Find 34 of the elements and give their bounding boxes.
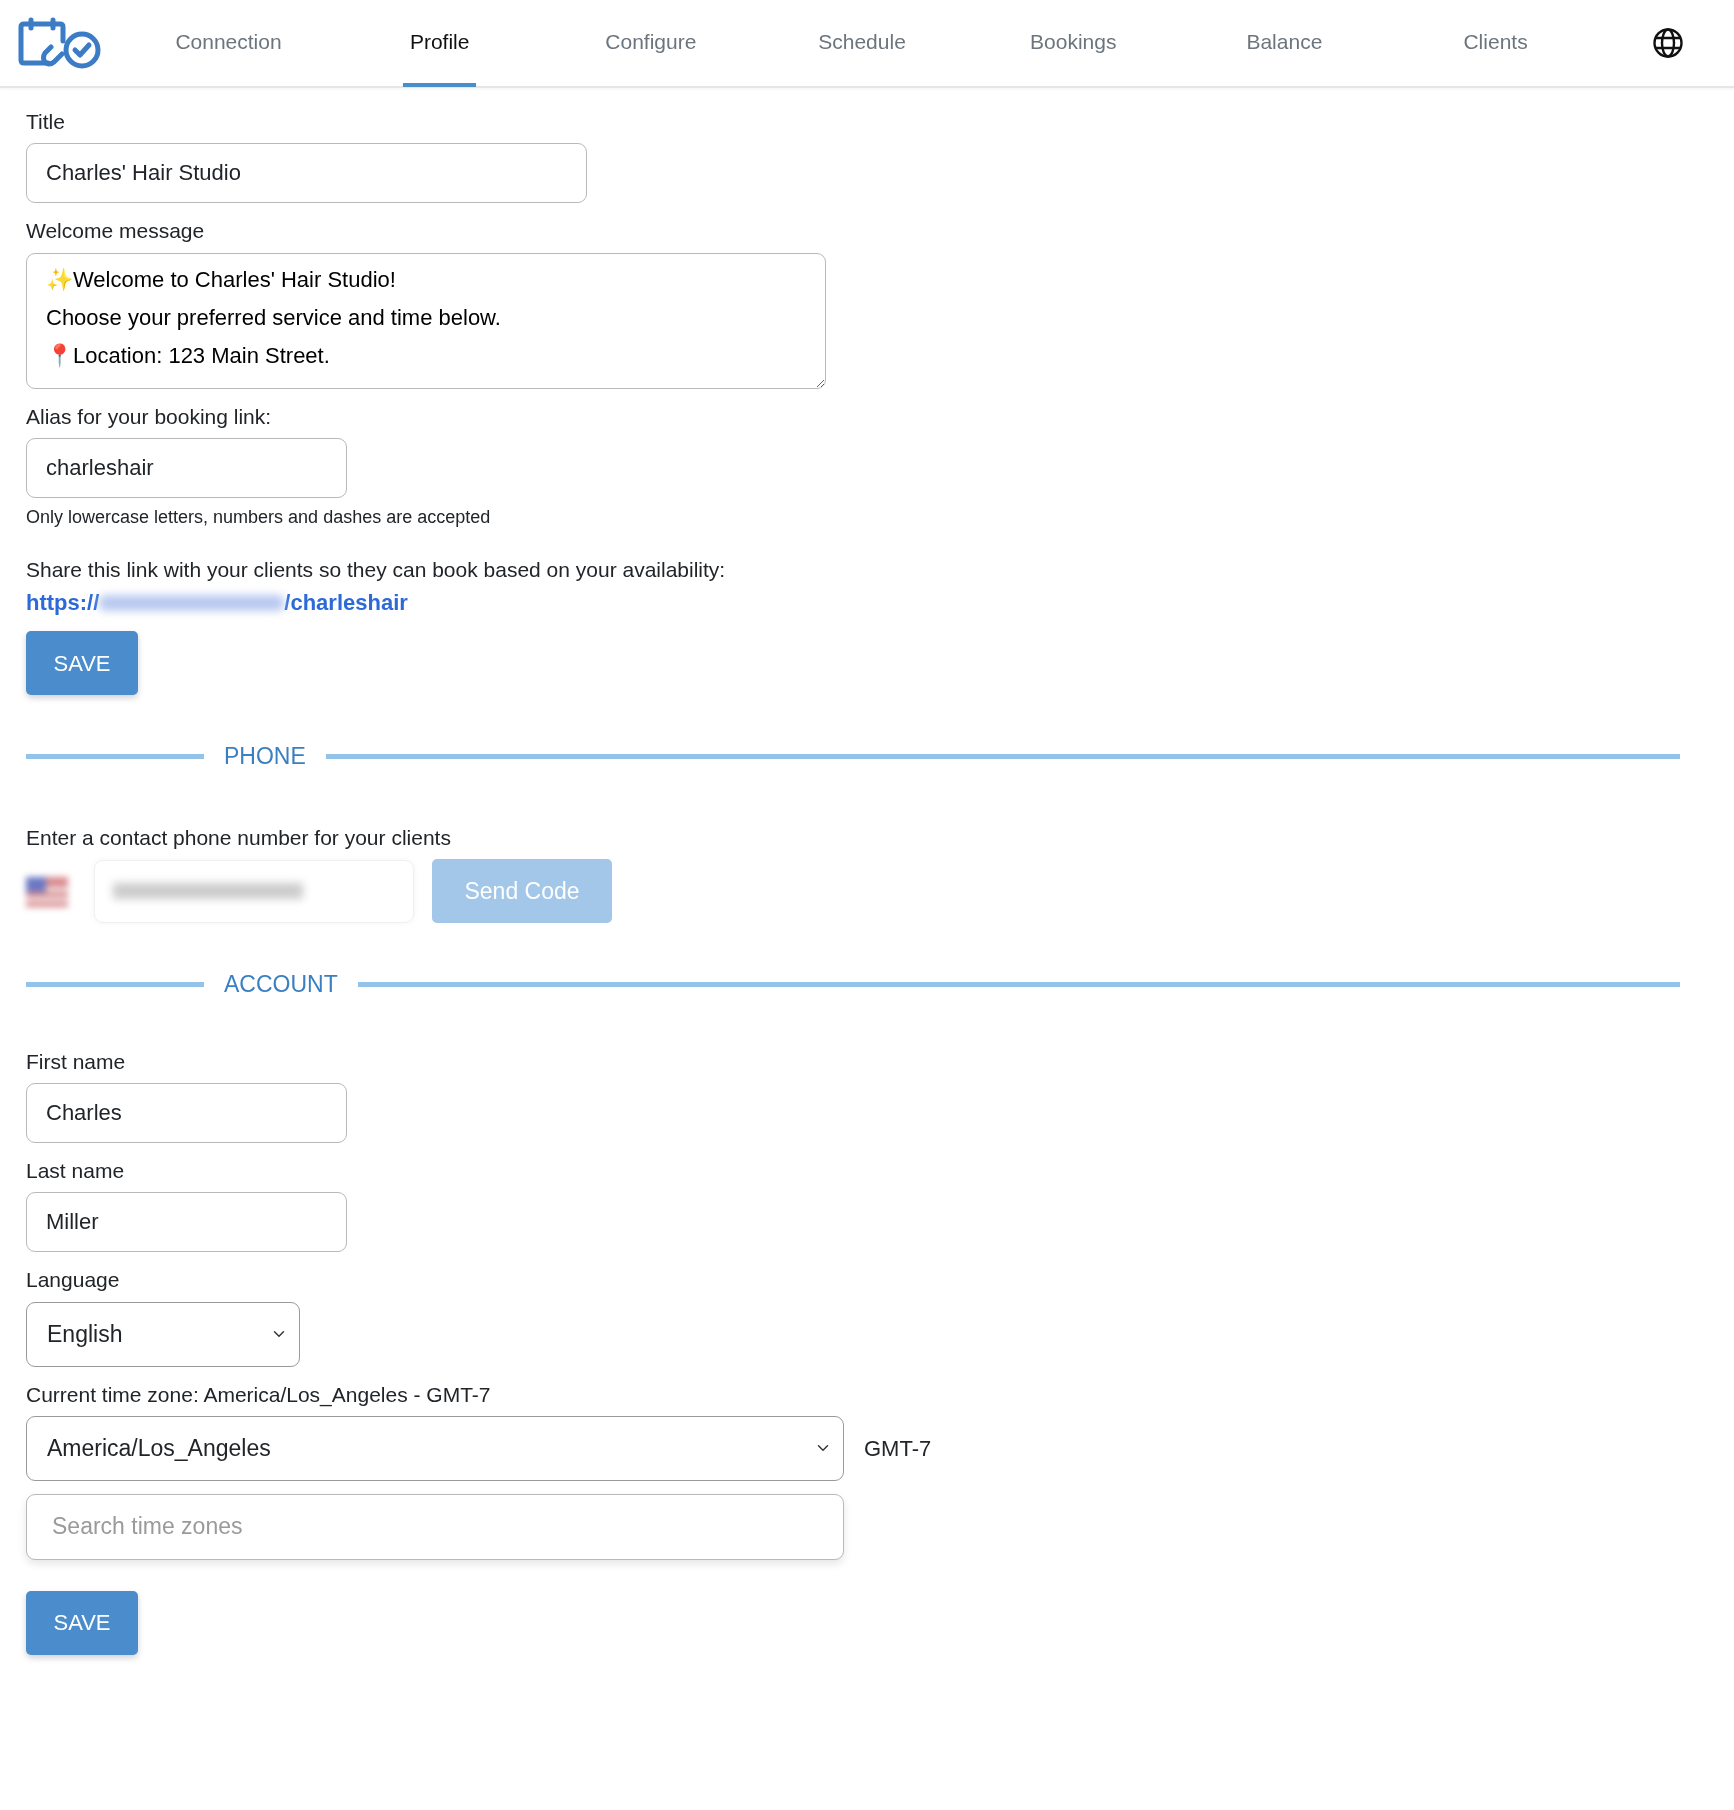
field-label: Alias for your booking link: — [26, 403, 273, 430]
offset-text: GMT-7 — [864, 1434, 932, 1463]
message-textarea[interactable]: ✨Welcome to Charles' Hair Studio! Choose your preferred service and time below. 📍Location: 123 Main Street. — [26, 252, 826, 389]
nav-tab[interactable]: Schedule — [811, 1, 913, 87]
booking-link[interactable]: https:// /charleshair — [26, 586, 408, 620]
nav-tab[interactable]: Bookings — [1023, 1, 1124, 87]
text-field[interactable]: Charles — [26, 1083, 347, 1144]
text-field[interactable]: charleshair — [26, 437, 347, 498]
dropdown[interactable]: America/Los_Angeles — [26, 1415, 844, 1481]
text-field[interactable]: Miller — [26, 1192, 347, 1253]
phone-field[interactable] — [94, 859, 414, 923]
section-heading: PHONE — [224, 742, 306, 772]
text-field[interactable]: Charles' Hair Studio — [26, 143, 587, 204]
save-button[interactable]: SAVE — [26, 1590, 138, 1655]
dropdown[interactable]: English — [26, 1301, 300, 1367]
save-button[interactable]: SAVE — [26, 631, 138, 696]
field-label: Last name — [26, 1158, 126, 1185]
nav-tab[interactable]: Balance — [1239, 1, 1330, 87]
field-label: Welcome message — [26, 218, 206, 245]
share-text: Share this link with your clients so they can book based on your availability: — [26, 556, 727, 583]
nav-tab[interactable]: Profile — [402, 1, 477, 87]
field-label: Title — [26, 109, 66, 135]
section-heading: ACCOUNT — [224, 970, 338, 1000]
field-label: First name — [26, 1048, 127, 1075]
field-label: Language — [26, 1267, 121, 1294]
helper-text: Only lowercase letters, numbers and dashes are accepted — [26, 505, 492, 529]
nav-tab[interactable]: Configure — [598, 1, 704, 87]
search-field[interactable]: Search time zones — [26, 1493, 844, 1560]
globe-icon[interactable] — [1651, 27, 1684, 59]
phone-prompt: Enter a contact phone number for your clients — [26, 824, 452, 851]
field-label: Current time zone: America/Los_Angeles - GMT-7 — [26, 1381, 492, 1408]
flag-icon[interactable] — [26, 877, 68, 908]
nav-tab[interactable]: Clients — [1456, 1, 1535, 87]
nav-tab[interactable]: Connection — [168, 1, 289, 87]
